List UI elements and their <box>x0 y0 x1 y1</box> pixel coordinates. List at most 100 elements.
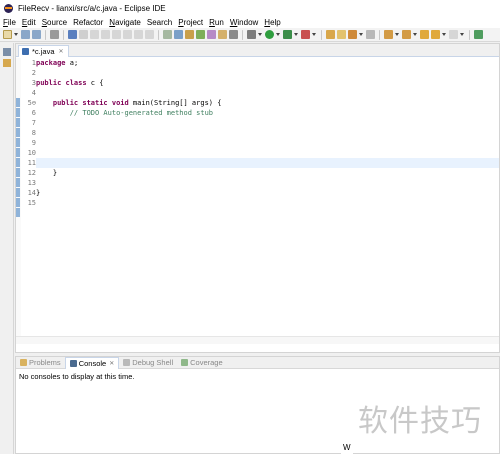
previous-annotation-icon[interactable] <box>402 30 411 39</box>
left-trim-stack <box>0 43 14 454</box>
restore-view-icon[interactable] <box>3 48 11 56</box>
bottom-panel-tabs: Problems Console ✕ Debug Shell Coverage <box>16 356 499 369</box>
back-dropdown-icon[interactable] <box>442 30 447 39</box>
menu-help[interactable]: Help <box>264 18 280 27</box>
code-line[interactable] <box>36 138 499 148</box>
code-line[interactable]: } <box>36 188 499 198</box>
code-line[interactable] <box>36 68 499 78</box>
menu-source[interactable]: Source <box>42 18 67 27</box>
code-line[interactable] <box>36 128 499 138</box>
save-all-icon[interactable] <box>32 30 41 39</box>
new-icon[interactable] <box>3 30 12 39</box>
annotation-icon[interactable] <box>348 30 357 39</box>
run-dropdown-icon[interactable] <box>276 30 281 39</box>
tab-console[interactable]: Console ✕ <box>64 356 120 369</box>
line-number: 14 <box>27 189 36 197</box>
menu-edit[interactable]: Edit <box>22 18 36 27</box>
last-edit-location-icon[interactable] <box>420 30 429 39</box>
open-type-icon[interactable] <box>185 30 194 39</box>
print-icon[interactable] <box>50 30 59 39</box>
next-annotation-dropdown-icon[interactable] <box>395 30 400 39</box>
code-line[interactable] <box>36 118 499 128</box>
drop-to-frame-icon[interactable] <box>163 30 172 39</box>
quick-diff-marker <box>16 158 20 167</box>
annotation-dropdown-icon[interactable] <box>359 30 364 39</box>
tab-debug-shell[interactable]: Debug Shell <box>119 357 177 369</box>
tab-problems[interactable]: Problems <box>16 357 65 369</box>
code-line[interactable] <box>36 88 499 98</box>
code-line[interactable] <box>36 148 499 158</box>
back-icon[interactable] <box>431 30 440 39</box>
disconnect-icon[interactable] <box>112 30 121 39</box>
resume-icon[interactable] <box>79 30 88 39</box>
current-code-line[interactable] <box>36 158 499 168</box>
coverage-icon[interactable] <box>283 30 292 39</box>
menu-search[interactable]: Search <box>147 18 172 27</box>
menu-file[interactable]: File <box>3 18 16 27</box>
close-icon[interactable]: ✕ <box>109 360 114 367</box>
debug-dropdown-icon[interactable] <box>258 30 263 39</box>
toolbar-separator <box>379 29 380 40</box>
menu-navigate[interactable]: Navigate <box>109 18 141 27</box>
code-line[interactable]: public static void main(String[] args) { <box>36 98 499 108</box>
package-explorer-icon[interactable] <box>3 59 11 67</box>
use-step-filters-icon[interactable] <box>174 30 183 39</box>
external-tools-icon[interactable] <box>301 30 310 39</box>
toolbar-separator <box>63 29 64 40</box>
open-perspective-icon[interactable] <box>474 30 483 39</box>
code-line[interactable]: package a; <box>36 58 499 68</box>
new-java-project-icon[interactable] <box>196 30 205 39</box>
new-package-icon[interactable] <box>207 30 216 39</box>
line-number: 15 <box>27 199 36 207</box>
code-comment: // TODO Auto-generated method stub <box>36 109 214 117</box>
code-line[interactable]: // TODO Auto-generated method stub <box>36 108 499 118</box>
quick-diff-marker <box>16 118 20 127</box>
pin-editor-icon[interactable] <box>366 30 375 39</box>
line-number-gutter: 1 2 3 4 5⊖ 6 7 8 9 10 11 12 13 14 15 <box>21 58 36 344</box>
java-file-icon <box>22 48 29 55</box>
quick-diff-marker <box>16 208 20 217</box>
open-task-icon[interactable] <box>337 30 346 39</box>
new-class-icon[interactable] <box>218 30 227 39</box>
code-line[interactable] <box>36 178 499 188</box>
quick-diff-marker <box>16 108 20 117</box>
forward-dropdown-icon[interactable] <box>460 30 465 39</box>
suspend-icon[interactable] <box>90 30 99 39</box>
menu-project[interactable]: Project <box>178 18 203 27</box>
close-icon[interactable]: ✕ <box>59 48 64 55</box>
new-dropdown-icon[interactable] <box>14 30 19 39</box>
terminate-icon[interactable] <box>101 30 110 39</box>
step-into-icon[interactable] <box>123 30 132 39</box>
search-icon[interactable] <box>229 30 238 39</box>
menu-run[interactable]: Run <box>209 18 224 27</box>
step-return-icon[interactable] <box>145 30 154 39</box>
code-editor[interactable]: 1 2 3 4 5⊖ 6 7 8 9 10 11 12 13 14 15 pac… <box>16 58 499 344</box>
tab-coverage[interactable]: Coverage <box>177 357 227 369</box>
forward-icon[interactable] <box>449 30 458 39</box>
toolbar-separator <box>45 29 46 40</box>
step-over-icon[interactable] <box>134 30 143 39</box>
run-icon[interactable] <box>265 30 274 39</box>
coverage-dropdown-icon[interactable] <box>294 30 299 39</box>
code-line[interactable]: public class c { <box>36 78 499 88</box>
external-tools-dropdown-icon[interactable] <box>312 30 317 39</box>
horizontal-scrollbar[interactable] <box>16 336 499 344</box>
code-line[interactable] <box>36 198 499 208</box>
save-icon[interactable] <box>21 30 30 39</box>
console-icon <box>69 359 77 367</box>
tab-c-java[interactable]: *c.java ✕ <box>18 45 69 57</box>
editor-tabbar: *c.java ✕ <box>16 44 499 57</box>
open-folder-icon[interactable] <box>326 30 335 39</box>
code-text[interactable]: package a; public class c { public stati… <box>36 58 499 344</box>
line-number: 12 <box>27 169 36 177</box>
window-titlebar: FileRecv - lianxi/src/a/c.java - Eclipse… <box>0 0 500 16</box>
next-annotation-icon[interactable] <box>384 30 393 39</box>
previous-annotation-dropdown-icon[interactable] <box>413 30 418 39</box>
menu-window[interactable]: Window <box>230 18 258 27</box>
toolbar-separator <box>242 29 243 40</box>
debug-icon[interactable] <box>247 30 256 39</box>
toolbar-separator <box>321 29 322 40</box>
menu-refactor[interactable]: Refactor <box>73 18 103 27</box>
code-line[interactable]: } <box>36 168 499 178</box>
skip-breakpoints-icon[interactable] <box>68 30 77 39</box>
